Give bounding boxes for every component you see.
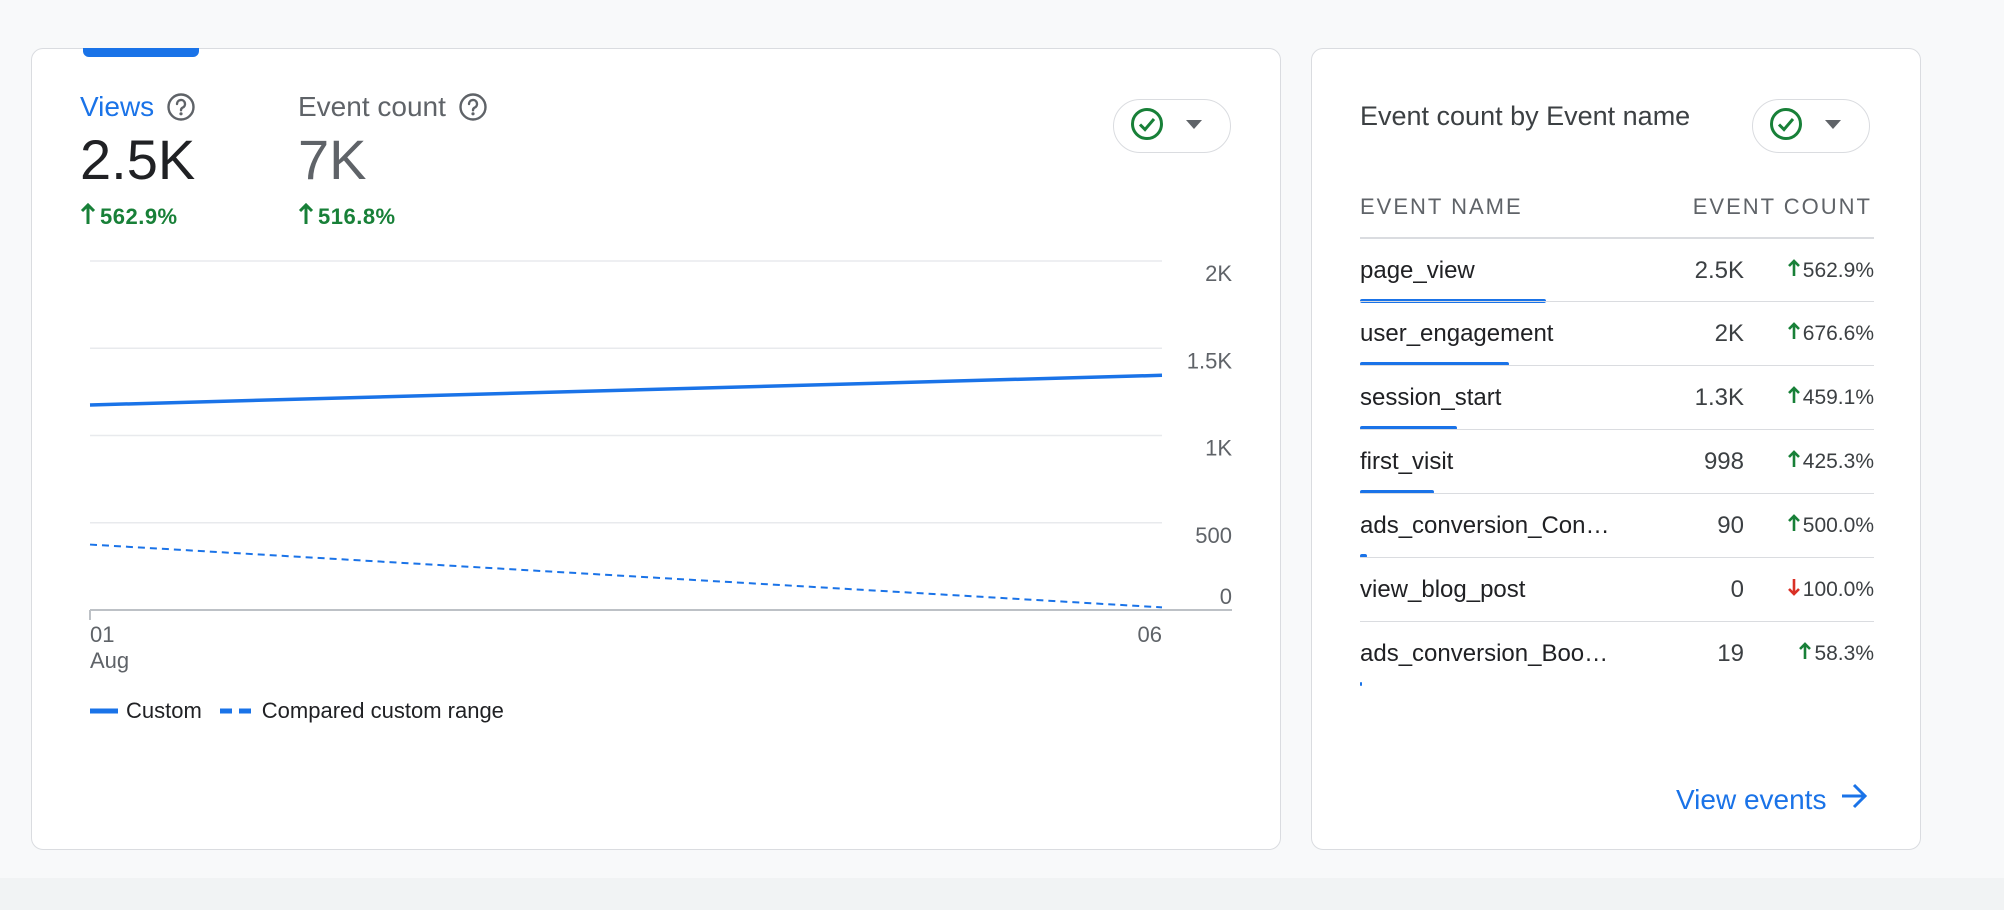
change-value: 562.9% bbox=[1802, 259, 1874, 282]
change-cell: 676.6% bbox=[1787, 322, 1874, 346]
event-name-cell: page_view bbox=[1360, 257, 1475, 284]
change-cell: 562.9% bbox=[1787, 259, 1874, 283]
y-tick-label: 1.5K bbox=[1187, 348, 1233, 373]
comparison-toggle[interactable] bbox=[1752, 99, 1870, 153]
arrow-right-icon bbox=[1840, 783, 1868, 816]
event-name-cell: ads_conversion_Con… bbox=[1360, 512, 1610, 539]
change-cell: 425.3% bbox=[1787, 450, 1874, 474]
table-row[interactable]: ads_conversion_Boo… 19 58.3% bbox=[1360, 621, 1874, 686]
table-row[interactable]: session_start 1.3K 459.1% bbox=[1360, 365, 1874, 430]
x-tick-label: 06 bbox=[1138, 622, 1162, 647]
page-footer-band bbox=[0, 878, 2004, 910]
event-count-cell: 0 bbox=[1730, 576, 1744, 603]
event-name-cell: session_start bbox=[1360, 384, 1502, 411]
y-tick-label: 500 bbox=[1195, 523, 1232, 548]
share-bar bbox=[1360, 682, 1362, 686]
arrow-up-icon bbox=[1787, 450, 1800, 474]
change-cell: 58.3% bbox=[1799, 642, 1874, 666]
change-cell: 500.0% bbox=[1787, 514, 1874, 538]
change-value: 500.0% bbox=[1802, 514, 1874, 537]
y-tick-label: 2K bbox=[1205, 261, 1232, 286]
table-row[interactable]: user_engagement 2K 676.6% bbox=[1360, 301, 1874, 366]
series-line-custom bbox=[89, 373, 1163, 407]
arrow-down-icon bbox=[1787, 578, 1800, 602]
event-name-cell: first_visit bbox=[1360, 448, 1454, 475]
event-count-by-name-card: Event count by Event name EVENT NAME EVE… bbox=[1311, 48, 1921, 850]
column-header-event-count[interactable]: EVENT COUNT bbox=[1693, 194, 1872, 220]
event-count-cell: 1.3K bbox=[1694, 384, 1744, 411]
change-cell: 100.0% bbox=[1787, 578, 1874, 602]
view-events-label: View events bbox=[1676, 783, 1827, 815]
table-row[interactable]: ads_conversion_Con… 90 500.0% bbox=[1360, 493, 1874, 558]
arrow-up-icon bbox=[1787, 259, 1800, 283]
chart-legend: Custom Compared custom range bbox=[90, 698, 522, 724]
event-count-cell: 90 bbox=[1717, 512, 1744, 539]
x-tick-label: Aug bbox=[90, 648, 129, 673]
views-event-count-card: Views 2.5K 562.9% Event count 7K 516.8% … bbox=[31, 48, 1281, 850]
change-value: 425.3% bbox=[1802, 450, 1874, 473]
y-tick-label: 1K bbox=[1205, 436, 1232, 461]
line-chart: 2K 1.5K 1K 500 0 01Aug 06 bbox=[89, 260, 1233, 673]
event-count-cell: 998 bbox=[1703, 448, 1744, 475]
legend-item-compared: Compared custom range bbox=[219, 698, 504, 724]
event-name-cell: ads_conversion_Boo… bbox=[1360, 640, 1609, 667]
column-header-event-name[interactable]: EVENT NAME bbox=[1360, 194, 1523, 220]
legend-label: Custom bbox=[126, 698, 202, 723]
change-cell: 459.1% bbox=[1787, 386, 1874, 410]
event-count-cell: 19 bbox=[1717, 640, 1744, 667]
caret-down-icon bbox=[1825, 117, 1841, 135]
legend-label: Compared custom range bbox=[261, 698, 504, 723]
y-tick-label: 0 bbox=[1220, 584, 1232, 609]
event-name-cell: user_engagement bbox=[1360, 320, 1554, 347]
table-row[interactable]: view_blog_post 0 100.0% bbox=[1360, 557, 1874, 622]
change-value: 459.1% bbox=[1802, 386, 1874, 409]
card-title: Event count by Event name bbox=[1360, 101, 1691, 131]
table-row[interactable]: first_visit 998 425.3% bbox=[1360, 429, 1874, 494]
x-tick-label: 01 bbox=[90, 622, 114, 647]
event-count-cell: 2K bbox=[1714, 320, 1744, 347]
arrow-up-icon bbox=[1787, 514, 1800, 538]
arrow-up-icon bbox=[1787, 322, 1800, 346]
table-row[interactable]: page_view 2.5K 562.9% bbox=[1360, 237, 1874, 303]
arrow-up-icon bbox=[1787, 386, 1800, 410]
change-value: 100.0% bbox=[1802, 578, 1874, 601]
change-value: 58.3% bbox=[1814, 642, 1874, 665]
series-line-compared bbox=[89, 543, 1163, 609]
arrow-up-icon bbox=[1799, 642, 1812, 666]
view-events-link[interactable]: View events bbox=[1676, 783, 1868, 816]
change-value: 676.6% bbox=[1802, 322, 1874, 345]
event-name-cell: view_blog_post bbox=[1360, 576, 1526, 603]
check-circle-icon bbox=[1769, 107, 1803, 146]
legend-item-custom: Custom bbox=[90, 698, 202, 724]
event-count-cell: 2.5K bbox=[1694, 257, 1744, 284]
